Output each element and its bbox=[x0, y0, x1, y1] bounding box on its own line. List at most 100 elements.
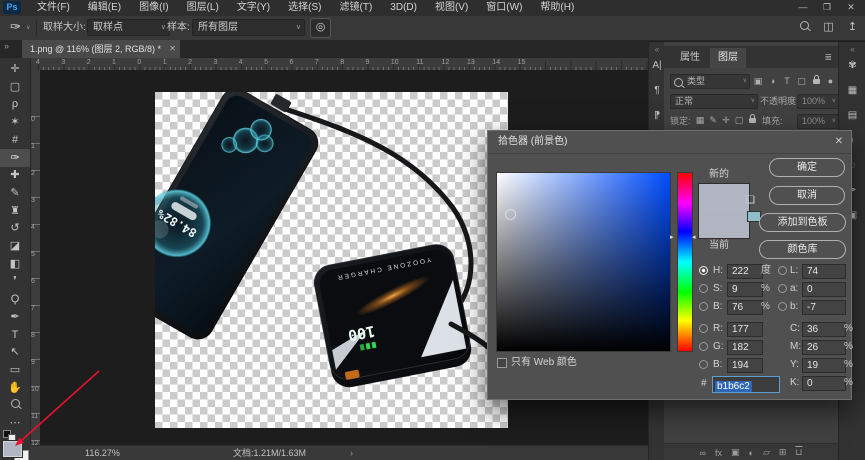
color-field-marker[interactable] bbox=[505, 209, 516, 220]
share-icon[interactable]: ↥ bbox=[848, 20, 857, 33]
menu-window[interactable]: 窗口(W) bbox=[477, 0, 531, 16]
foreground-color-swatch[interactable] bbox=[3, 441, 22, 457]
filter-shape-icon[interactable]: ▢ bbox=[796, 74, 808, 88]
brush-tool[interactable]: ✎ bbox=[0, 184, 30, 202]
a-field[interactable]: 0 bbox=[802, 282, 846, 297]
menu-layer[interactable]: 图层(L) bbox=[178, 0, 228, 16]
clone-stamp-tool[interactable]: ♜ bbox=[0, 202, 30, 220]
healing-brush-tool[interactable]: ✚ bbox=[0, 166, 30, 184]
color-panel-icon[interactable]: ✾ bbox=[839, 60, 865, 71]
search-icon[interactable] bbox=[800, 21, 809, 33]
collapse-dock-icon[interactable]: « bbox=[649, 45, 665, 54]
status-chevron-icon[interactable]: › bbox=[350, 446, 353, 460]
minimize-icon[interactable]: — bbox=[791, 0, 815, 16]
sample-layers-dropdown[interactable]: 所有图层 bbox=[192, 19, 305, 36]
restore-icon[interactable]: ❐ bbox=[815, 0, 839, 16]
dialog-title-bar[interactable]: 拾色器 (前景色) ✕ bbox=[488, 131, 851, 154]
collapse-dock-icon[interactable]: « bbox=[839, 45, 865, 54]
tab-layers[interactable]: 图层 bbox=[710, 48, 746, 68]
tab-overflow-icon[interactable]: » bbox=[4, 41, 9, 51]
new-layer-icon[interactable]: ⊞ bbox=[779, 447, 787, 458]
close-icon[interactable]: ✕ bbox=[839, 0, 863, 16]
marquee-tool[interactable]: ▢ bbox=[0, 78, 30, 96]
eyedropper-tool-icon[interactable]: ✑ bbox=[10, 19, 21, 35]
current-color-swatch[interactable] bbox=[699, 211, 749, 238]
eraser-tool[interactable]: ◪ bbox=[0, 237, 30, 255]
r-radio[interactable] bbox=[699, 324, 708, 333]
sample-size-dropdown[interactable]: 取样点 bbox=[87, 19, 170, 36]
hand-tool[interactable]: ✋ bbox=[0, 379, 30, 397]
c-field[interactable]: 36 bbox=[802, 322, 846, 337]
dialog-close-icon[interactable]: ✕ bbox=[835, 131, 843, 153]
move-tool[interactable]: ✛ bbox=[0, 60, 30, 78]
y-field[interactable]: 19 bbox=[802, 358, 846, 373]
h-field[interactable]: 222 bbox=[727, 264, 763, 279]
opacity-field[interactable]: 100% bbox=[797, 94, 839, 109]
dodge-tool[interactable]: Ϙ bbox=[0, 290, 30, 308]
default-colors-icon[interactable] bbox=[3, 430, 17, 440]
b2-radio[interactable] bbox=[699, 360, 708, 369]
tab-properties[interactable]: 属性 bbox=[672, 48, 708, 68]
adjustment-layer-icon[interactable]: ◐ bbox=[749, 448, 754, 458]
document-tab[interactable]: 1.png @ 116% (图层 2, RGB/8) * ✕ bbox=[22, 40, 180, 58]
lock-paint-icon[interactable]: ✎ bbox=[707, 113, 719, 127]
menu-image[interactable]: 图像(I) bbox=[130, 0, 177, 16]
paragraph-panel-icon[interactable]: ¶ bbox=[649, 85, 665, 96]
lab-b-field[interactable]: -7 bbox=[802, 300, 846, 315]
zoom-level[interactable]: 116.27% bbox=[85, 446, 120, 460]
tool-preset-chevron-icon[interactable]: ∨ bbox=[26, 24, 30, 31]
blend-mode-dropdown[interactable]: 正常 bbox=[670, 94, 758, 109]
cancel-button[interactable]: 取消 bbox=[769, 186, 845, 205]
blur-tool[interactable]: ❜ bbox=[0, 272, 30, 290]
gamut-warning-cube-icon[interactable]: ❑ bbox=[746, 195, 755, 206]
sampling-ring-toggle[interactable]: ◎ bbox=[310, 18, 331, 38]
saturation-brightness-field[interactable] bbox=[496, 172, 671, 352]
fill-field[interactable]: 100% bbox=[797, 114, 839, 129]
glyphs-panel-icon[interactable]: ⁋ bbox=[649, 110, 665, 121]
filter-type-icon[interactable]: T bbox=[781, 74, 793, 88]
r-field[interactable]: 177 bbox=[727, 322, 763, 337]
path-select-tool[interactable]: ↖ bbox=[0, 343, 30, 361]
tab-close-icon[interactable]: ✕ bbox=[169, 40, 176, 58]
b-radio[interactable] bbox=[699, 302, 708, 311]
b-field[interactable]: 76 bbox=[727, 300, 763, 315]
filter-toggle-icon[interactable]: ● bbox=[825, 74, 837, 88]
lock-transparency-icon[interactable]: ▦ bbox=[694, 113, 706, 127]
delete-layer-icon[interactable]: ⊔ bbox=[795, 447, 802, 458]
history-brush-tool[interactable]: ↺ bbox=[0, 219, 30, 237]
type-tool[interactable]: T bbox=[0, 326, 30, 344]
ok-button[interactable]: 确定 bbox=[769, 158, 845, 177]
filter-image-icon[interactable]: ▣ bbox=[752, 74, 764, 88]
layer-group-icon[interactable]: ▱ bbox=[763, 447, 770, 458]
workspace-icon[interactable]: ◫ bbox=[823, 20, 833, 33]
a-radio[interactable] bbox=[778, 284, 787, 293]
color-libraries-button[interactable]: 颜色库 bbox=[759, 240, 846, 259]
lock-move-icon[interactable]: ✛ bbox=[720, 113, 732, 127]
hue-slider-arrow-left[interactable]: ▸ bbox=[670, 234, 674, 242]
lasso-tool[interactable]: ρ bbox=[0, 95, 30, 113]
lab-b-radio[interactable] bbox=[778, 302, 787, 311]
menu-edit[interactable]: 编辑(E) bbox=[79, 0, 130, 16]
layer-effects-icon[interactable]: fx bbox=[715, 448, 722, 458]
g-field[interactable]: 182 bbox=[727, 340, 763, 355]
menu-help[interactable]: 帮助(H) bbox=[531, 0, 583, 16]
canvas-image[interactable]: 84.82% YOOZONE CHARGER 100 bbox=[155, 92, 508, 428]
menu-filter[interactable]: 滤镜(T) bbox=[331, 0, 382, 16]
g-radio[interactable] bbox=[699, 342, 708, 351]
gradient-tool[interactable]: ◧ bbox=[0, 255, 30, 273]
menu-file[interactable]: 文件(F) bbox=[28, 0, 79, 16]
m-field[interactable]: 26 bbox=[802, 340, 846, 355]
libraries-panel-icon[interactable]: ▤ bbox=[839, 110, 865, 121]
layer-filter-type-dropdown[interactable]: 类型 bbox=[670, 74, 750, 89]
menu-type[interactable]: 文字(Y) bbox=[228, 0, 279, 16]
magic-wand-tool[interactable]: ✶ bbox=[0, 113, 30, 131]
s-field[interactable]: 9 bbox=[727, 282, 763, 297]
h-radio[interactable] bbox=[699, 266, 708, 275]
pen-tool[interactable]: ✒ bbox=[0, 308, 30, 326]
menu-select[interactable]: 选择(S) bbox=[279, 0, 330, 16]
swatches-panel-icon[interactable]: ▦ bbox=[839, 85, 865, 96]
menu-view[interactable]: 视图(V) bbox=[426, 0, 477, 16]
rectangle-tool[interactable]: ▭ bbox=[0, 361, 30, 379]
eyedropper-tool[interactable]: ✑ bbox=[0, 149, 30, 167]
hue-slider[interactable] bbox=[677, 172, 693, 352]
